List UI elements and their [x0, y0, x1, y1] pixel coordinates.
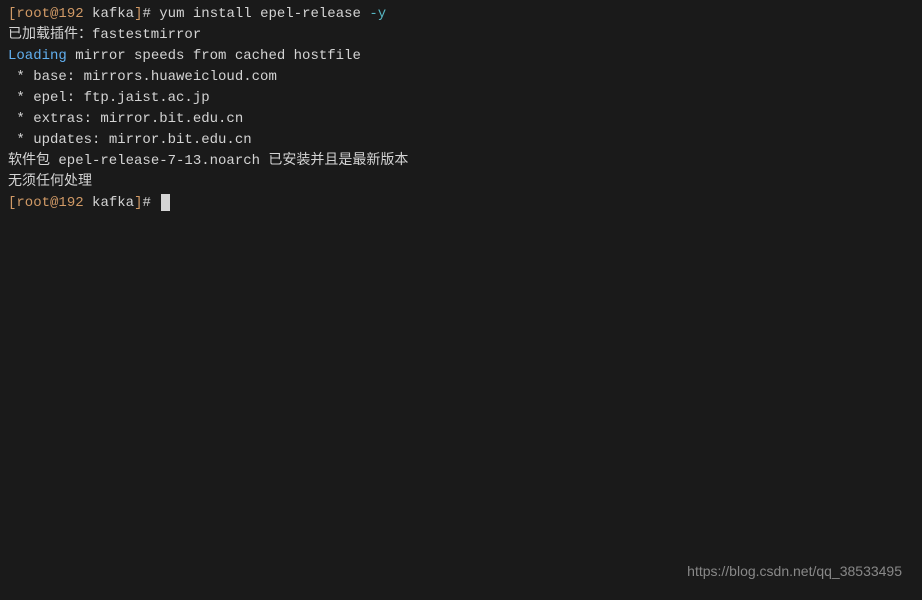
prompt-dir: kafka	[84, 195, 134, 211]
output-line-3: * base: mirrors.huaweicloud.com	[8, 67, 914, 88]
output-line-5: * extras: mirror.bit.edu.cn	[8, 109, 914, 130]
prompt-host: 192	[58, 195, 83, 211]
prompt-user: root	[16, 6, 50, 22]
output-line-6: * updates: mirror.bit.edu.cn	[8, 130, 914, 151]
prompt-dir: kafka	[84, 6, 134, 22]
output-line-2: Loading mirror speeds from cached hostfi…	[8, 46, 914, 67]
cursor-icon	[161, 194, 170, 211]
command-line-1: [root@192 kafka]# yum install epel-relea…	[8, 4, 914, 25]
output-line-7: 软件包 epel-release-7-13.noarch 已安装并且是最新版本	[8, 151, 914, 172]
watermark-text: https://blog.csdn.net/qq_38533495	[687, 561, 902, 582]
command-line-2[interactable]: [root@192 kafka]#	[8, 193, 914, 214]
output-line-1: 已加载插件：fastestmirror	[8, 25, 914, 46]
loading-rest: mirror speeds from cached hostfile	[67, 48, 361, 64]
prompt-user: root	[16, 195, 50, 211]
output-line-8: 无须任何处理	[8, 172, 914, 193]
prompt-hash: #	[142, 195, 159, 211]
command-flag: -y	[369, 6, 386, 22]
output-line-4: * epel: ftp.jaist.ac.jp	[8, 88, 914, 109]
prompt-hash: #	[142, 6, 159, 22]
command-text: yum install epel-release	[159, 6, 369, 22]
loading-text: Loading	[8, 48, 67, 64]
prompt-host: 192	[58, 6, 83, 22]
